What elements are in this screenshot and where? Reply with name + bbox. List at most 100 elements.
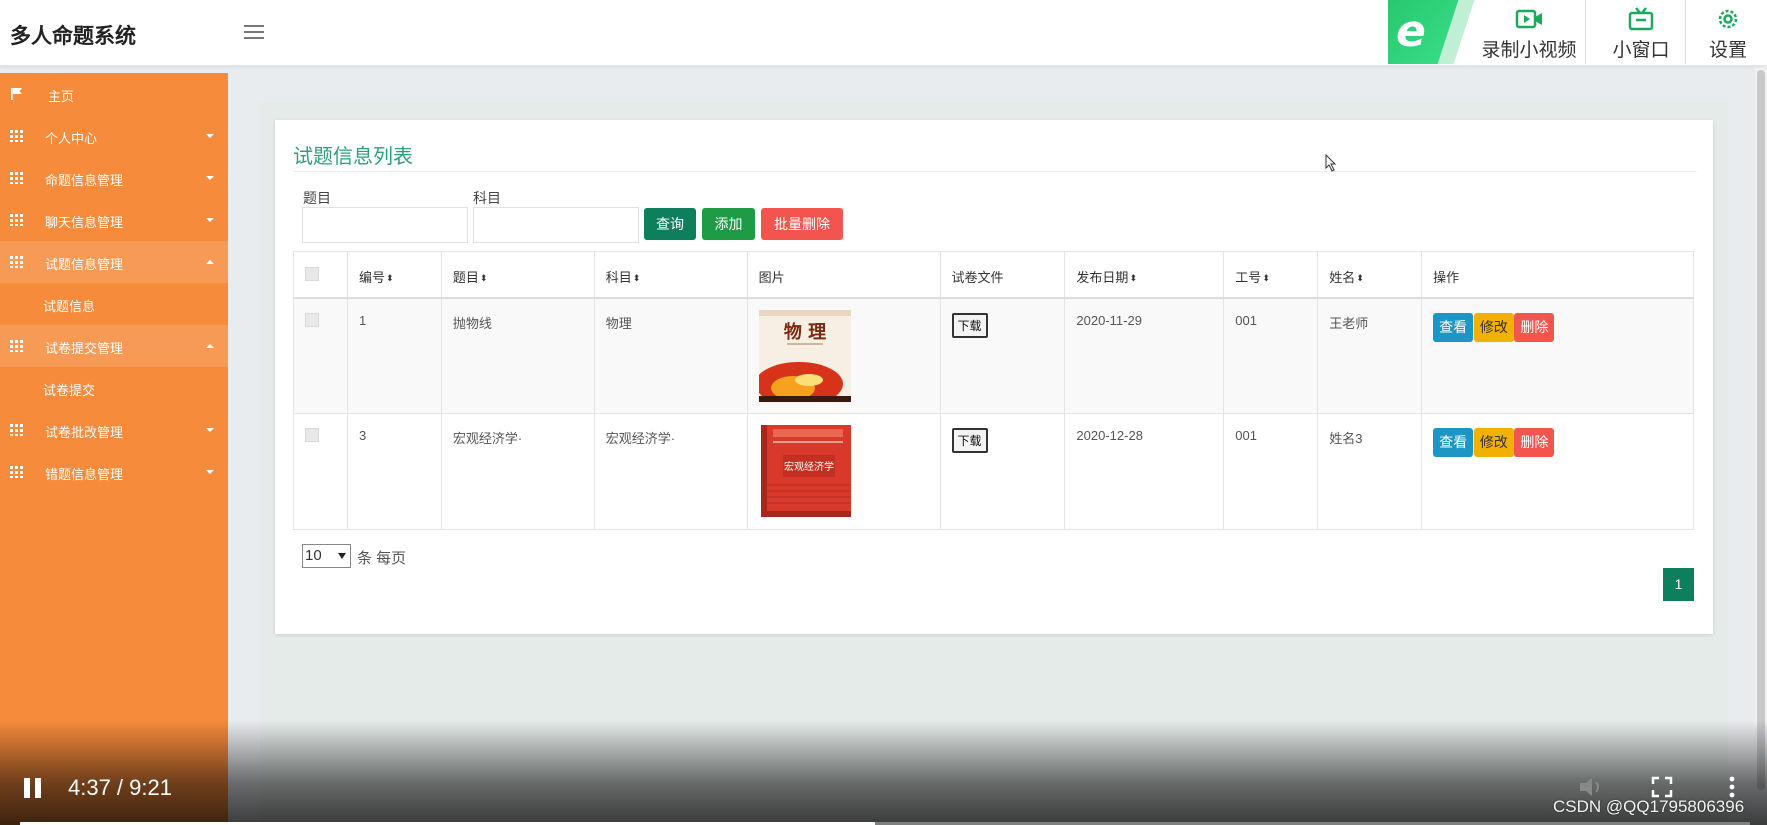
sidebar-item-submission-management[interactable]: 试卷提交管理 — [0, 325, 228, 367]
cell-staff-no: 001 — [1223, 413, 1319, 530]
mini-window-button[interactable]: 小窗口 — [1599, 0, 1683, 64]
cell-staff-no: 001 — [1223, 297, 1319, 414]
column-header[interactable]: 工号⬍ — [1223, 251, 1319, 299]
physics-book-cover-image[interactable]: 物 理 — [758, 309, 851, 402]
page-size-select[interactable]: 10 — [302, 544, 351, 568]
query-button[interactable]: 查询 — [644, 208, 696, 240]
settings-button[interactable]: 设置 — [1694, 0, 1762, 64]
table-row: 3 宏观经济学· 宏观经济学· 宏观经济学 下载 2020-12-28 001 … — [293, 413, 1694, 530]
column-header[interactable]: 姓名⬍ — [1317, 251, 1423, 299]
download-button[interactable]: 下载 — [951, 312, 988, 338]
view-button[interactable]: 查看 — [1433, 428, 1474, 457]
sidebar-item-grading-management[interactable]: 试卷批改管理 — [0, 409, 228, 451]
edit-button[interactable]: 修改 — [1473, 428, 1514, 457]
record-video-button[interactable]: 录制小视频 — [1470, 0, 1588, 64]
sidebar-subitem-question-info[interactable]: 试题信息 — [0, 283, 228, 325]
subject-label: 题目 — [303, 190, 331, 206]
record-video-label: 录制小视频 — [1481, 40, 1577, 61]
sidebar-item-label: 试题信息管理 — [45, 257, 124, 272]
chevron-down-icon — [206, 218, 214, 222]
page-number-button[interactable]: 1 — [1663, 568, 1694, 601]
fullscreen-icon[interactable] — [1650, 775, 1674, 799]
course-label: 科目 — [473, 190, 501, 206]
video-time: 4:37 / 9:21 — [68, 775, 172, 800]
delete-button[interactable]: 删除 — [1514, 428, 1555, 457]
cell-actions: 查看 修改 删除 — [1421, 297, 1694, 414]
sidebar-item-label: 试卷批改管理 — [45, 425, 124, 440]
column-header[interactable]: 编号⬍ — [346, 251, 442, 299]
subject-input[interactable] — [302, 207, 468, 243]
top-header: 多人命题系统 e 录制小视频 小窗口 设置 — [0, 0, 1767, 66]
settings-label: 设置 — [1708, 40, 1747, 61]
delete-button[interactable]: 删除 — [1514, 312, 1555, 342]
sidebar-subitem-label: 试卷提交 — [43, 383, 96, 398]
sort-icon: ⬍ — [1262, 273, 1270, 283]
table-header-row: 编号⬍ 题目⬍ 科目⬍ 图片 试卷文件 发布日期⬍ 工号⬍ 姓名⬍ 操作 — [293, 251, 1694, 299]
sidebar-item-home[interactable]: 主页 — [0, 73, 228, 115]
sidebar: 主页 个人中心 命题信息管理 聊天信息管理 试题信息管理 试题信息 试卷提交管理… — [0, 73, 228, 825]
page-title: 试题信息列表 — [293, 146, 413, 168]
edit-button[interactable]: 修改 — [1473, 312, 1514, 342]
batch-delete-button[interactable]: 批量删除 — [761, 208, 843, 240]
question-list-panel: 试题信息列表 题目 科目 查询 添加 批量删除 编号⬍ 题目⬍ 科目⬍ 图片 试… — [275, 120, 1713, 634]
pause-button[interactable] — [24, 778, 42, 798]
cell-name: 王老师 — [1317, 297, 1423, 414]
row-select-cell — [293, 297, 348, 414]
select-all-checkbox[interactable] — [305, 267, 319, 281]
menu-toggle-icon[interactable] — [244, 25, 264, 41]
sort-icon: ⬍ — [1129, 273, 1137, 283]
page-scrollbar[interactable] — [1755, 66, 1767, 790]
sidebar-item-wrong-question-management[interactable]: 错题信息管理 — [0, 451, 228, 493]
volume-icon[interactable] — [1578, 775, 1604, 799]
sidebar-subitem-submission[interactable]: 试卷提交 — [0, 367, 228, 409]
chevron-down-icon — [206, 428, 214, 432]
column-label: 科目 — [605, 270, 632, 285]
row-checkbox[interactable] — [305, 312, 319, 327]
app-title: 多人命题系统 — [10, 25, 136, 48]
grid-icon — [10, 340, 23, 352]
toolbox-divider — [1685, 0, 1686, 64]
sidebar-item-question-management[interactable]: 试题信息管理 — [0, 241, 228, 283]
course-input[interactable] — [473, 207, 639, 243]
flag-icon — [11, 88, 22, 100]
more-options-icon[interactable] — [1725, 775, 1739, 799]
sidebar-item-label: 命题信息管理 — [45, 173, 124, 188]
economics-book-cover-image[interactable]: 宏观经济学 — [759, 425, 851, 517]
chevron-down-icon — [206, 176, 214, 180]
sidebar-item-label: 主页 — [48, 89, 75, 104]
sort-icon: ⬍ — [479, 273, 488, 283]
sort-icon: ⬍ — [385, 273, 394, 283]
pause-bar — [35, 778, 41, 798]
column-label: 试卷文件 — [951, 270, 1004, 285]
sidebar-item-label: 错题信息管理 — [45, 467, 124, 482]
gear-icon — [1718, 9, 1738, 29]
cell-title: 宏观经济学· — [440, 413, 595, 530]
column-header[interactable]: 题目⬍ — [440, 251, 595, 299]
column-header: 图片 — [746, 251, 941, 299]
mouse-cursor-icon — [1325, 154, 1337, 172]
pause-bar — [24, 778, 30, 798]
chevron-up-icon — [206, 260, 214, 264]
sidebar-item-personal-center[interactable]: 个人中心 — [0, 115, 228, 157]
row-checkbox[interactable] — [305, 428, 319, 442]
sidebar-item-proposition-management[interactable]: 命题信息管理 — [0, 157, 228, 199]
column-header[interactable]: 发布日期⬍ — [1064, 251, 1225, 299]
grid-icon — [10, 214, 23, 226]
download-button[interactable]: 下载 — [951, 428, 988, 453]
watermark: CSDN @QQ1795806396 — [1553, 797, 1745, 816]
column-label: 操作 — [1433, 270, 1460, 285]
grid-icon — [10, 172, 23, 184]
svg-text:宏观经济学: 宏观经济学 — [784, 460, 834, 473]
header-select-all[interactable] — [293, 251, 348, 299]
row-select-cell — [293, 413, 348, 530]
page-size-value: 10 — [305, 547, 322, 564]
video-camera-icon — [1515, 9, 1542, 29]
view-button[interactable]: 查看 — [1433, 312, 1474, 342]
scrollbar-thumb[interactable] — [1757, 70, 1765, 790]
column-header[interactable]: 科目⬍ — [593, 251, 748, 299]
sort-icon: ⬍ — [632, 273, 641, 283]
browser-e-icon: e — [1396, 6, 1426, 57]
add-button[interactable]: 添加 — [702, 208, 755, 240]
column-label: 题目 — [452, 270, 479, 285]
sidebar-item-chat-management[interactable]: 聊天信息管理 — [0, 199, 228, 241]
